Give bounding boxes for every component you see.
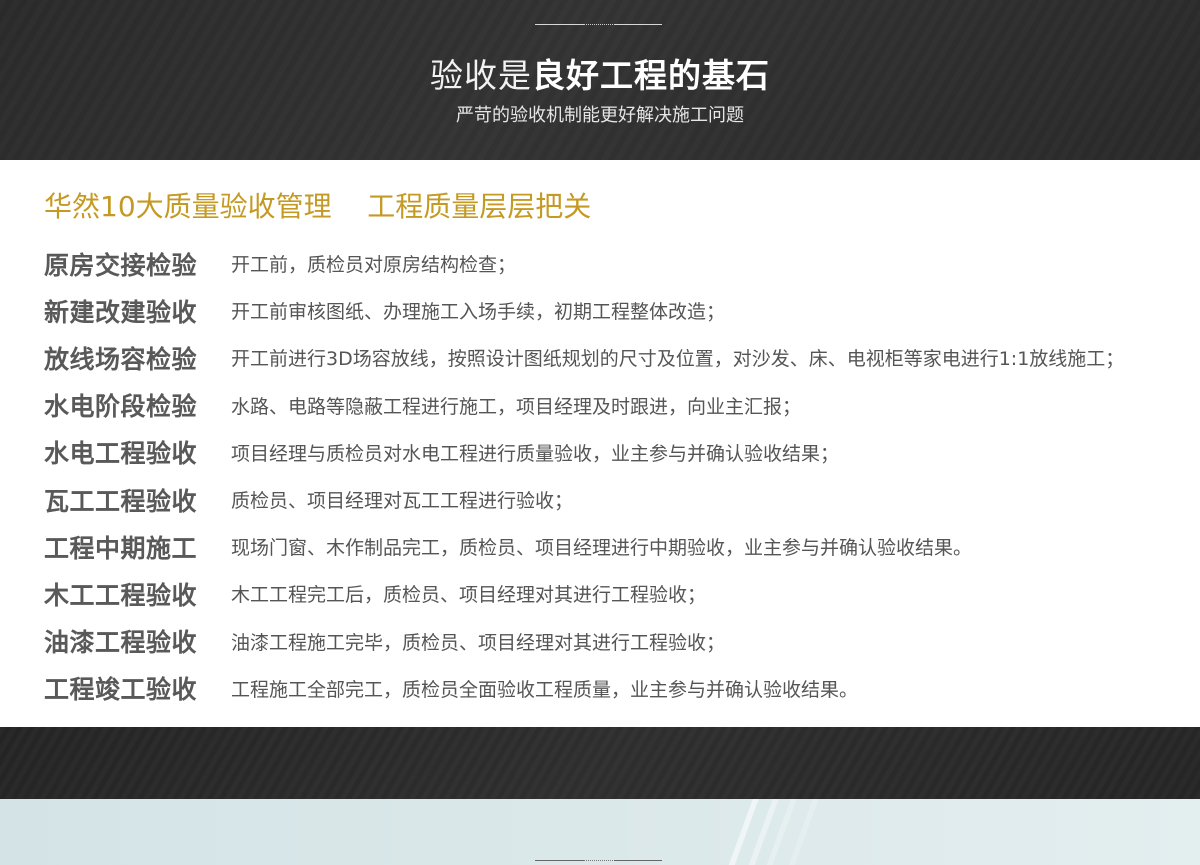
- hero-title: 验收是良好工程的基石: [0, 54, 1200, 98]
- hero-banner: 验收是良好工程的基石 严苛的验收机制能更好解决施工问题: [0, 0, 1200, 160]
- item-label: 水电工程验收: [44, 439, 198, 469]
- item-description: 项目经理与质检员对水电工程进行质量验收，业主参与并确认验收结果；: [231, 442, 840, 465]
- item-label: 木工工程验收: [44, 580, 198, 610]
- item-description: 开工前进行3D场容放线，按照设计图纸规划的尺寸及位置，对沙发、床、电视柜等家电进…: [231, 348, 1125, 371]
- item-description: 质检员、项目经理对瓦工工程进行验收；: [231, 490, 574, 513]
- item-label: 油漆工程验收: [44, 628, 198, 658]
- top-ornament-line: [535, 24, 662, 26]
- list-item: 工程中期施工 现场门窗、木作制品完工，质检员、项目经理进行中期验收，业主参与并确…: [44, 523, 1194, 570]
- list-item: 新建改建验收 开工前审核图纸、办理施工入场手续，初期工程整体改造；: [44, 287, 1194, 334]
- item-label: 工程竣工验收: [44, 675, 198, 705]
- hero-title-light: 验收是: [430, 56, 532, 95]
- item-description: 水路、电路等隐蔽工程进行施工，项目经理及时跟进，向业主汇报；: [231, 395, 802, 418]
- acceptance-list: 原房交接检验 开工前，质检员对原房结构检查； 新建改建验收 开工前审核图纸、办理…: [44, 240, 1194, 712]
- list-item: 水电阶段检验 水路、电路等隐蔽工程进行施工，项目经理及时跟进，向业主汇报；: [44, 382, 1194, 429]
- item-label: 放线场容检验: [44, 344, 198, 374]
- list-item: 瓦工工程验收 质检员、项目经理对瓦工工程进行验收；: [44, 476, 1194, 523]
- panel-heading: 华然10大质量验收管理 工程质量层层把关: [44, 190, 592, 223]
- dark-divider-band: [0, 727, 1200, 799]
- item-label: 瓦工工程验收: [44, 486, 198, 516]
- item-description: 木工工程完工后，质检员、项目经理对其进行工程验收；: [231, 584, 707, 607]
- list-item: 木工工程验收 木工工程完工后，质检员、项目经理对其进行工程验收；: [44, 570, 1194, 617]
- item-description: 工程施工全部完工，质检员全面验收工程质量，业主参与并确认验收结果。: [231, 678, 859, 701]
- hero-title-bold: 良好工程的基石: [532, 56, 770, 95]
- list-item: 工程竣工验收 工程施工全部完工，质检员全面验收工程质量，业主参与并确认验收结果。: [44, 665, 1194, 712]
- item-label: 工程中期施工: [44, 533, 198, 563]
- next-section-preview: [0, 799, 1200, 865]
- acceptance-panel: 华然10大质量验收管理 工程质量层层把关 原房交接检验 开工前，质检员对原房结构…: [0, 160, 1200, 727]
- list-item: 水电工程验收 项目经理与质检员对水电工程进行质量验收，业主参与并确认验收结果；: [44, 429, 1194, 476]
- list-item: 油漆工程验收 油漆工程施工完毕，质检员、项目经理对其进行工程验收；: [44, 618, 1194, 665]
- hero-subtitle: 严苛的验收机制能更好解决施工问题: [456, 105, 744, 126]
- item-label: 水电阶段检验: [44, 392, 198, 422]
- item-label: 原房交接检验: [44, 250, 198, 280]
- item-description: 现场门窗、木作制品完工，质检员、项目经理进行中期验收，业主参与并确认验收结果。: [231, 537, 973, 560]
- list-item: 放线场容检验 开工前进行3D场容放线，按照设计图纸规划的尺寸及位置，对沙发、床、…: [44, 334, 1194, 381]
- item-label: 新建改建验收: [44, 297, 198, 327]
- item-description: 开工前，质检员对原房结构检查；: [231, 254, 517, 277]
- bottom-ornament-line: [535, 860, 662, 862]
- item-description: 开工前审核图纸、办理施工入场手续，初期工程整体改造；: [231, 301, 726, 324]
- list-item: 原房交接检验 开工前，质检员对原房结构检查；: [44, 240, 1194, 287]
- item-description: 油漆工程施工完毕，质检员、项目经理对其进行工程验收；: [231, 631, 726, 654]
